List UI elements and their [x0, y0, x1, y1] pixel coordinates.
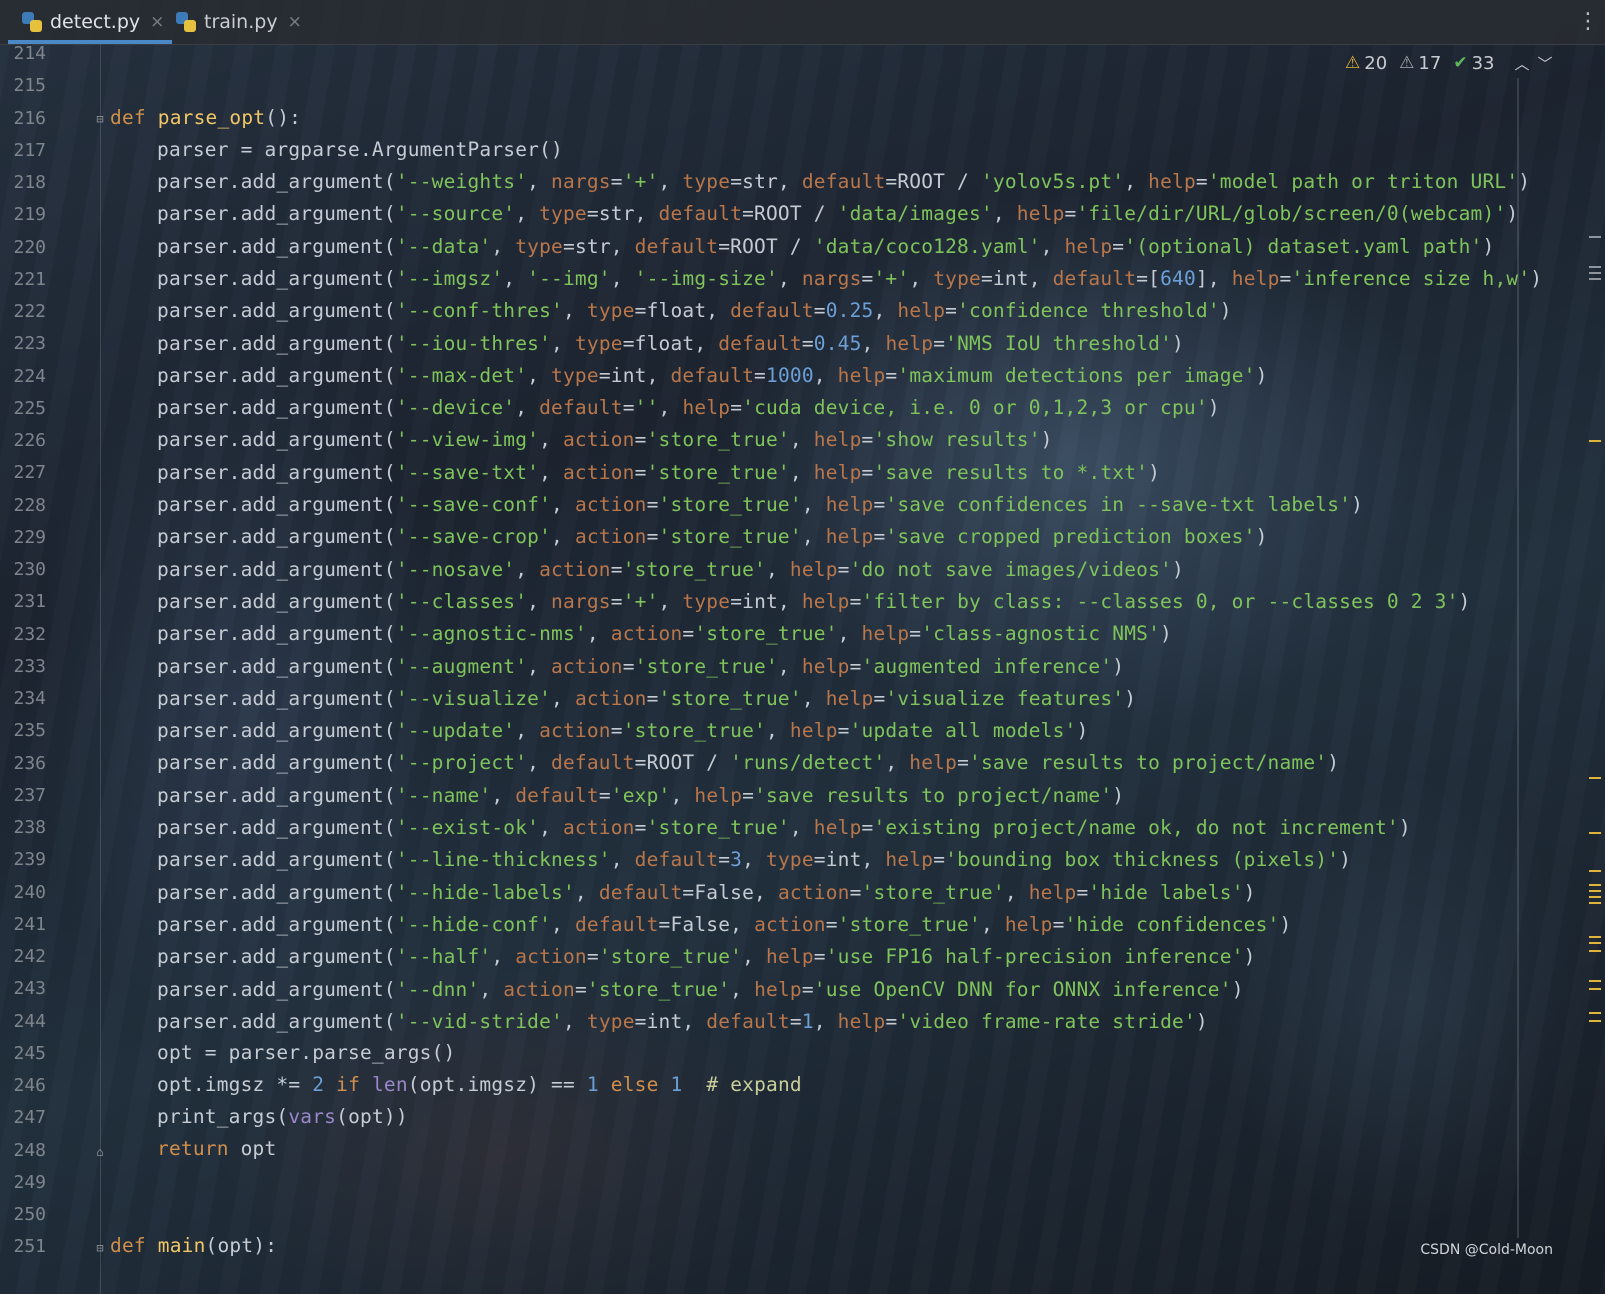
code-line-226: parser.add_argument('--view-img', action…	[157, 428, 1053, 452]
line-number: 215	[13, 75, 46, 97]
gutter-divider	[100, 44, 101, 1294]
code-line-221: parser.add_argument('--imgsz', '--img', …	[157, 266, 1543, 290]
fold-collapse-icon[interactable]: ⊟	[94, 1241, 106, 1255]
line-number: 234	[13, 688, 46, 709]
code-line-238: parser.add_argument('--exist-ok', action…	[157, 816, 1411, 839]
python-file-icon	[22, 12, 42, 32]
line-number: 235	[13, 720, 46, 742]
code-line-227: parser.add_argument('--save-txt', action…	[157, 460, 1161, 484]
code-line-237: parser.add_argument('--name', default='e…	[157, 783, 1125, 807]
line-number: 240	[13, 881, 46, 903]
code-line-246: opt.imgsz *= 2 if len(opt.imgsz) == 1 el…	[157, 1073, 802, 1096]
code-line-222: parser.add_argument('--conf-thres', type…	[157, 299, 1232, 323]
line-number: 243	[13, 978, 46, 1000]
code-line-236: parser.add_argument('--project', default…	[157, 751, 1340, 775]
warnings-count[interactable]: ⚠ 20	[1345, 53, 1387, 74]
code-line-232: parser.add_argument('--agnostic-nms', ac…	[157, 622, 1172, 646]
code-line-234: parser.add_argument('--visualize', actio…	[157, 686, 1137, 710]
right-margin-guide	[1517, 78, 1519, 1238]
fold-end-icon[interactable]: ⌂	[94, 1145, 106, 1159]
fold-collapse-icon[interactable]: ⊟	[94, 112, 106, 126]
chevron-up-icon[interactable]: ︿	[1514, 53, 1529, 74]
line-number: 244	[13, 1010, 46, 1032]
code-line-248: return opt	[157, 1137, 277, 1160]
code-line-247: print_args(vars(opt))	[157, 1105, 408, 1128]
code-line-235: parser.add_argument('--update', action='…	[157, 719, 1089, 743]
line-number: 231	[13, 591, 46, 613]
code-line-239: parser.add_argument('--line-thickness', …	[157, 848, 1352, 872]
weak-warning-icon: ⚠	[1399, 53, 1415, 73]
code-line-228: parser.add_argument('--save-conf', actio…	[157, 493, 1364, 516]
code-line-242: parser.add_argument('--half', action='st…	[157, 945, 1256, 969]
line-number: 233	[13, 655, 46, 677]
code-line-245: opt = parser.parse_args()	[157, 1041, 456, 1064]
line-number: 245	[13, 1042, 46, 1064]
code-line-225: parser.add_argument('--device', default=…	[157, 396, 1220, 420]
code-line-223: parser.add_argument('--iou-thres', type=…	[157, 331, 1184, 355]
check-icon: ✔	[1453, 53, 1468, 73]
tab-train-py[interactable]: train.py ×	[172, 0, 306, 44]
line-number: 232	[13, 623, 46, 645]
code-line-241: parser.add_argument('--hide-conf', defau…	[157, 912, 1292, 936]
close-icon[interactable]: ×	[150, 12, 164, 32]
line-number: 223	[13, 333, 46, 355]
line-number: 237	[13, 784, 46, 806]
line-number: 236	[13, 752, 46, 774]
weak-warnings-count[interactable]: ⚠ 17	[1399, 53, 1441, 74]
code-line-218: parser.add_argument('--weights', nargs='…	[157, 170, 1531, 193]
code-line-240: parser.add_argument('--hide-labels', def…	[157, 880, 1256, 904]
line-number: 230	[13, 559, 46, 580]
code-line-243: parser.add_argument('--dnn', action='sto…	[157, 977, 1244, 1001]
warning-icon: ⚠	[1345, 53, 1361, 73]
line-number: 221	[13, 268, 46, 290]
watermark-text: CSDN @Cold-Moon	[1420, 1242, 1553, 1258]
line-number: 217	[13, 139, 46, 161]
line-number: 225	[13, 397, 46, 419]
line-number: 216	[13, 107, 46, 129]
code-line-224: parser.add_argument('--max-det', type=in…	[157, 363, 1268, 387]
line-number: 218	[13, 172, 46, 193]
line-number: 250	[13, 1204, 46, 1225]
chevron-down-icon[interactable]: ﹀	[1537, 53, 1552, 74]
line-number: 239	[13, 849, 46, 871]
python-file-icon	[176, 12, 196, 32]
line-number: 226	[13, 430, 46, 451]
code-line-251: def main(opt):	[110, 1234, 278, 1257]
typos-count[interactable]: ✔ 33	[1453, 53, 1494, 74]
line-number: 222	[13, 301, 46, 322]
line-number: 247	[13, 1107, 46, 1129]
code-line-216: def parse_opt():	[110, 106, 302, 129]
error-stripe-scrollbar[interactable]	[1585, 80, 1605, 1294]
code-line-233: parser.add_argument('--augment', action=…	[157, 654, 1125, 678]
line-number: 219	[13, 204, 46, 226]
code-line-230: parser.add_argument('--nosave', action='…	[157, 557, 1184, 581]
line-number: 224	[13, 365, 46, 387]
code-line-217: parser = argparse.ArgumentParser()	[157, 138, 563, 161]
code-line-220: parser.add_argument('--data', type=str, …	[157, 234, 1495, 258]
tab-label: detect.py	[50, 11, 141, 33]
code-line-244: parser.add_argument('--vid-stride', type…	[157, 1009, 1208, 1033]
code-line-219: parser.add_argument('--source', type=str…	[157, 202, 1519, 226]
line-number: 227	[13, 462, 46, 484]
line-number: 238	[13, 817, 46, 838]
line-number: 242	[13, 946, 46, 967]
more-vertical-icon[interactable]: ⋮	[1577, 6, 1599, 38]
line-number: 220	[13, 236, 46, 258]
line-number: 228	[13, 494, 46, 516]
inspection-widget[interactable]: ⚠ 20 ⚠ 17 ✔ 33 ︿ ﹀	[1345, 48, 1553, 78]
line-number: 251	[13, 1236, 46, 1258]
tab-label: train.py	[204, 11, 278, 33]
code-line-229: parser.add_argument('--save-crop', actio…	[157, 525, 1268, 549]
close-icon[interactable]: ×	[288, 12, 302, 32]
line-number: 214	[13, 43, 46, 64]
line-number: 229	[13, 526, 46, 548]
code-line-231: parser.add_argument('--classes', nargs='…	[157, 589, 1471, 613]
line-number: 248	[13, 1139, 46, 1161]
line-number: 249	[13, 1171, 46, 1193]
line-number: 241	[13, 913, 46, 935]
editor-tab-bar: detect.py × train.py × ⋮	[0, 0, 1605, 45]
line-number: 246	[13, 1075, 46, 1096]
